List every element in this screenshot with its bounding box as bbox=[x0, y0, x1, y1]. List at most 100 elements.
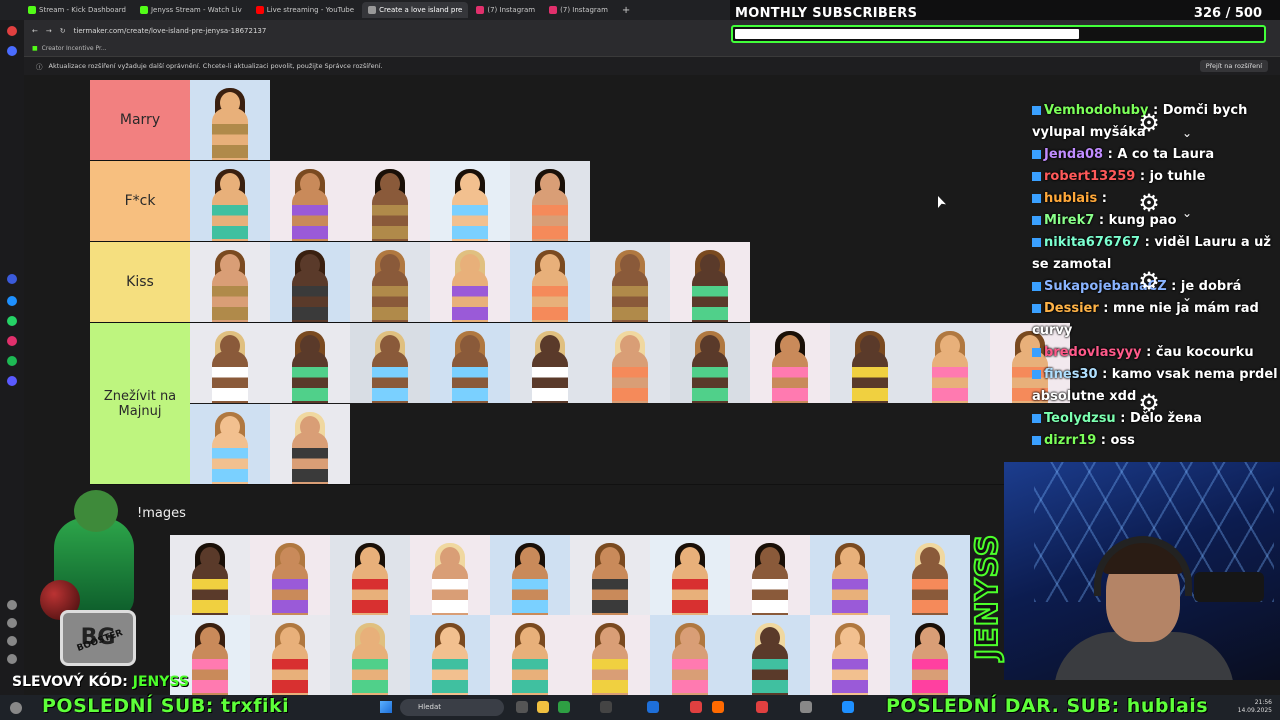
contestant-photo[interactable] bbox=[430, 161, 510, 241]
contestant-photo[interactable] bbox=[190, 161, 270, 241]
browser-tab[interactable]: Live streaming - YouTube bbox=[250, 2, 360, 18]
windows-start-icon[interactable] bbox=[380, 701, 392, 713]
chat-username: bredovlasyyy bbox=[1044, 345, 1142, 360]
spotify-icon[interactable] bbox=[7, 356, 17, 366]
contestant-photo[interactable] bbox=[810, 615, 890, 695]
contestant-photo[interactable] bbox=[490, 535, 570, 615]
history-icon[interactable] bbox=[7, 618, 17, 628]
tier-label[interactable]: F*ck bbox=[90, 161, 190, 241]
contestant-photo[interactable] bbox=[590, 323, 670, 403]
discount-code-label: SLEVOVÝ KÓD: bbox=[12, 674, 133, 690]
contestant-photo[interactable] bbox=[190, 323, 270, 403]
tier-label[interactable]: Znežívit na Majnuj bbox=[90, 323, 190, 484]
app-icon[interactable] bbox=[600, 701, 612, 713]
chat-icon[interactable] bbox=[7, 296, 17, 306]
chat-badge-icon bbox=[1032, 282, 1041, 291]
instagram-icon[interactable] bbox=[7, 336, 17, 346]
tier-label[interactable]: Marry bbox=[90, 80, 190, 160]
url-text[interactable]: tiermaker.com/create/love-island-pre-jen… bbox=[74, 27, 267, 35]
chat-badge-icon bbox=[1032, 216, 1041, 225]
browser-tab[interactable]: (7) Instagram bbox=[470, 2, 541, 18]
contestant-photo[interactable] bbox=[270, 161, 350, 241]
chat-message: dizrr19 : oss bbox=[1032, 430, 1278, 452]
contestant-photo[interactable] bbox=[890, 535, 970, 615]
chat-badge-icon bbox=[1032, 106, 1041, 115]
contestant-photo[interactable] bbox=[410, 535, 490, 615]
contestant-photo[interactable] bbox=[350, 242, 430, 322]
contestant-photo[interactable] bbox=[330, 615, 410, 695]
taskbar-clock: 21:56 14.09.2025 bbox=[1238, 699, 1272, 715]
go-to-extensions-button[interactable]: Přejít na rozšíření bbox=[1199, 60, 1268, 72]
contestant-photo[interactable] bbox=[330, 535, 410, 615]
new-tab-button[interactable]: + bbox=[616, 5, 630, 16]
tier-label[interactable]: Kiss bbox=[90, 242, 190, 322]
app-icon[interactable] bbox=[7, 26, 17, 36]
download-icon[interactable] bbox=[7, 636, 17, 646]
contestant-photo[interactable] bbox=[430, 242, 510, 322]
tab-favicon-icon bbox=[139, 6, 148, 14]
contestant-photo[interactable] bbox=[250, 535, 330, 615]
browser-tab[interactable]: Jenyss Stream - Watch Liv bbox=[134, 2, 248, 18]
reload-icon[interactable]: ↻ bbox=[60, 27, 66, 35]
heart-icon[interactable] bbox=[7, 600, 17, 610]
weather-icon[interactable] bbox=[10, 702, 22, 714]
taskbar-search[interactable]: Hledat bbox=[400, 699, 504, 716]
file-explorer-icon[interactable] bbox=[537, 701, 549, 713]
messenger-icon[interactable] bbox=[7, 274, 17, 284]
monthly-subscribers-count: 326 / 500 bbox=[1193, 6, 1262, 21]
contestant-photo[interactable] bbox=[570, 615, 650, 695]
back-icon[interactable]: ← bbox=[32, 27, 38, 35]
tab-favicon-icon bbox=[255, 6, 264, 14]
contestant-photo[interactable] bbox=[190, 80, 270, 160]
contestant-photo[interactable] bbox=[570, 535, 650, 615]
app-icon[interactable] bbox=[800, 701, 812, 713]
task-view-icon[interactable] bbox=[516, 701, 528, 713]
app-icon[interactable] bbox=[712, 701, 724, 713]
contestant-photo[interactable] bbox=[270, 403, 350, 484]
contestant-photo[interactable] bbox=[830, 323, 910, 403]
contestant-photo[interactable] bbox=[910, 323, 990, 403]
forward-icon[interactable]: → bbox=[46, 27, 52, 35]
contestant-photo[interactable] bbox=[810, 535, 890, 615]
contestant-photo[interactable] bbox=[510, 242, 590, 322]
contestant-photo[interactable] bbox=[670, 323, 750, 403]
tier-row: Znežívit na Majnuj bbox=[90, 323, 1070, 485]
contestant-photo[interactable] bbox=[730, 535, 810, 615]
contestant-photo[interactable] bbox=[590, 242, 670, 322]
unranked-images bbox=[170, 535, 970, 695]
contestant-photo[interactable] bbox=[750, 323, 830, 403]
app-icon[interactable] bbox=[558, 701, 570, 713]
settings-icon[interactable] bbox=[7, 654, 17, 664]
chat-text: : A co ta Laura bbox=[1103, 147, 1215, 162]
contestant-photo[interactable] bbox=[190, 242, 270, 322]
contestant-photo[interactable] bbox=[250, 615, 330, 695]
contestant-photo[interactable] bbox=[650, 615, 730, 695]
contestant-photo[interactable] bbox=[430, 323, 510, 403]
contestant-photo[interactable] bbox=[350, 161, 430, 241]
extension-icon[interactable] bbox=[7, 376, 17, 386]
contestant-photo[interactable] bbox=[650, 535, 730, 615]
browser-tab[interactable]: (7) Instagram bbox=[543, 2, 614, 18]
contestant-photo[interactable] bbox=[270, 242, 350, 322]
contestant-photo[interactable] bbox=[890, 615, 970, 695]
contestant-photo[interactable] bbox=[270, 323, 350, 403]
contestant-photo[interactable] bbox=[410, 615, 490, 695]
app-icon[interactable] bbox=[842, 701, 854, 713]
app-icon[interactable] bbox=[647, 701, 659, 713]
contestant-photo[interactable] bbox=[510, 161, 590, 241]
browser-tab[interactable]: Stream - Kick Dashboard bbox=[22, 2, 132, 18]
contestant-photo[interactable] bbox=[730, 615, 810, 695]
contestant-photo[interactable] bbox=[350, 323, 430, 403]
home-icon[interactable] bbox=[7, 46, 17, 56]
contestant-photo[interactable] bbox=[670, 242, 750, 322]
browser-tab[interactable]: Create a love island pre bbox=[362, 2, 469, 18]
gear-icon: ⚙ bbox=[1138, 267, 1160, 295]
whatsapp-icon[interactable] bbox=[7, 316, 17, 326]
contestant-photo[interactable] bbox=[510, 323, 590, 403]
contestant-photo[interactable] bbox=[190, 403, 270, 484]
app-icon[interactable] bbox=[690, 701, 702, 713]
contestant-photo[interactable] bbox=[170, 535, 250, 615]
app-icon[interactable] bbox=[756, 701, 768, 713]
bookmark-item[interactable]: Creator Incentive Pr... bbox=[42, 45, 107, 52]
contestant-photo[interactable] bbox=[490, 615, 570, 695]
